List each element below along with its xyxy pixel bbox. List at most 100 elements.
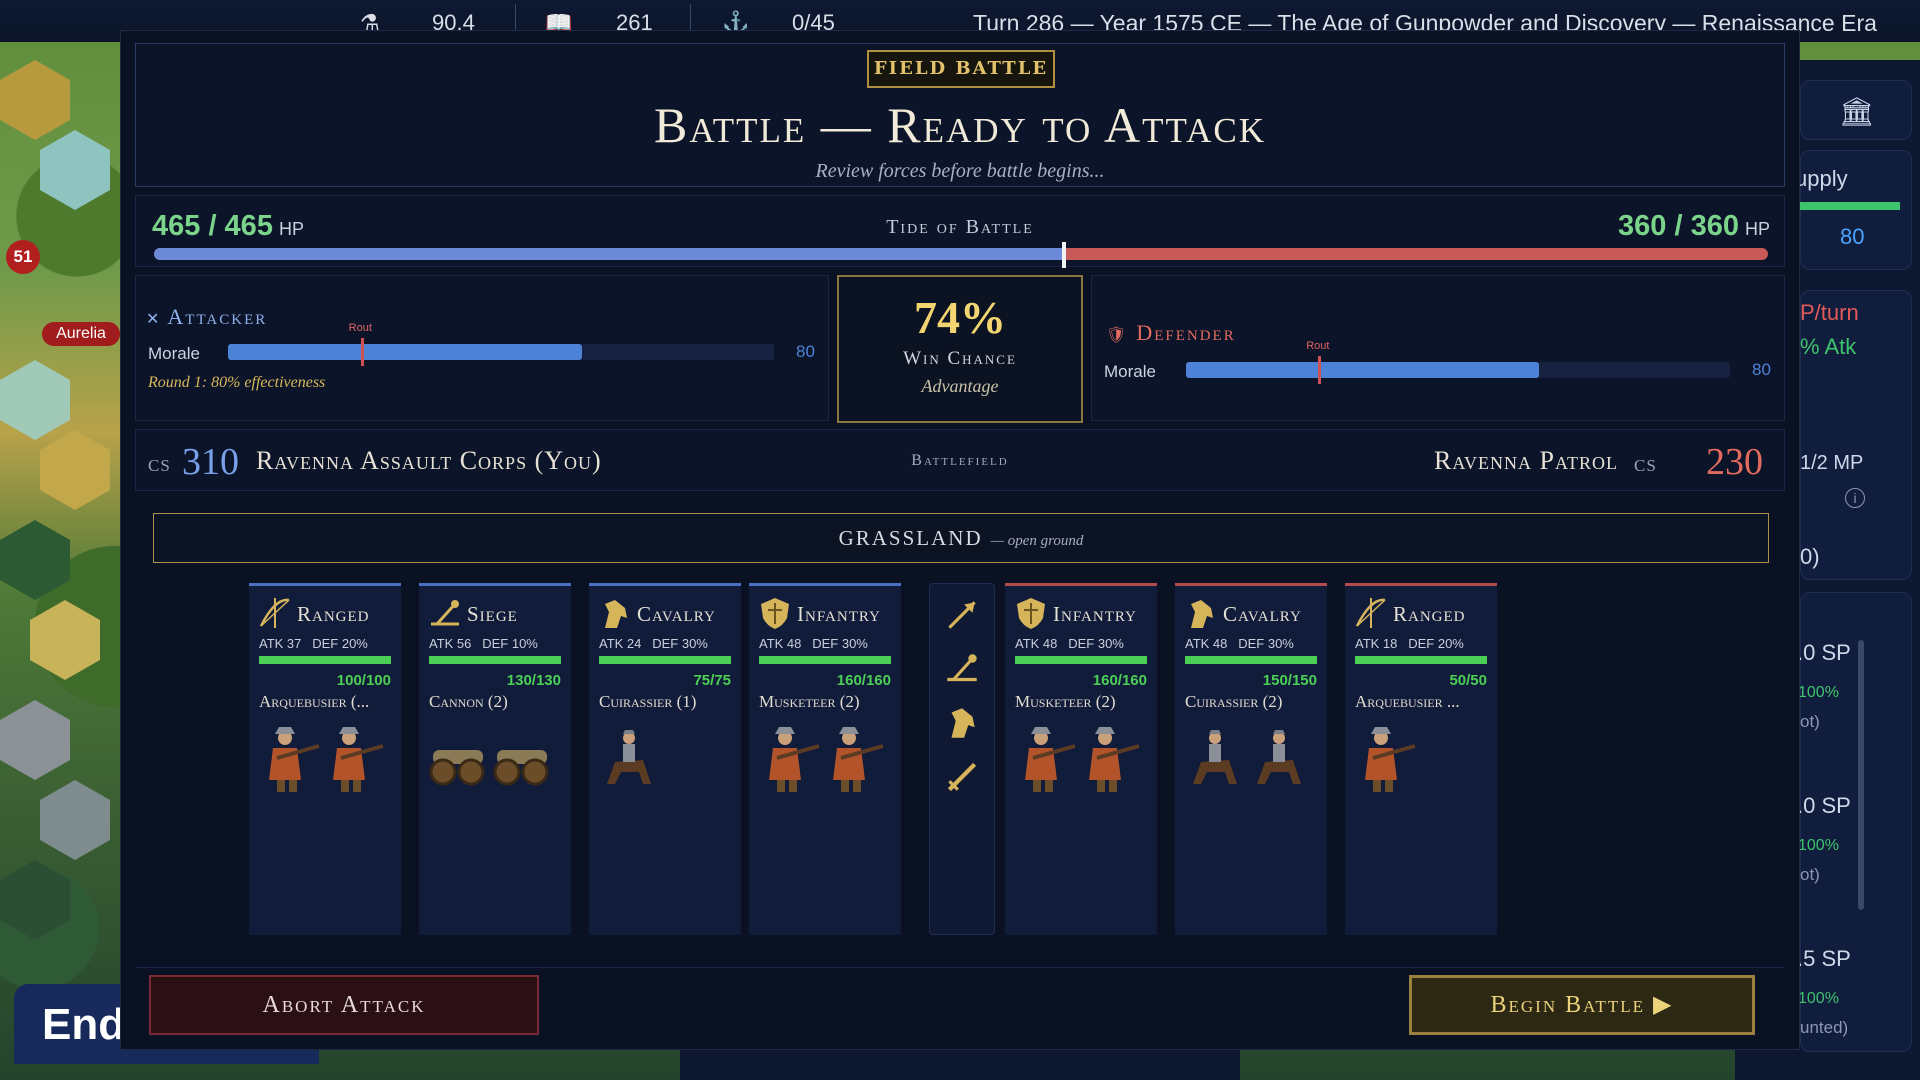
unit-hp-bar bbox=[1015, 656, 1147, 664]
unit-figures bbox=[757, 724, 895, 804]
unit-hp-bar bbox=[259, 656, 391, 664]
round-effectiveness-note: Round 1: 80% effectiveness bbox=[148, 374, 326, 391]
panel-header-card: 🏛 bbox=[1800, 80, 1912, 140]
attacker-morale-label: Morale bbox=[148, 344, 200, 363]
unit-hp-bar bbox=[759, 656, 891, 664]
map-hex[interactable] bbox=[0, 520, 70, 600]
unit-hp-fill bbox=[1355, 656, 1487, 664]
map-hex[interactable] bbox=[40, 430, 110, 510]
attacker-morale-value: 80 bbox=[796, 342, 815, 361]
unit-stats: ATK 56 DEF 10% bbox=[429, 636, 538, 651]
catapult-icon[interactable] bbox=[941, 648, 983, 690]
battle-type-badge: FIELD BATTLE bbox=[867, 50, 1055, 88]
unit-hp: 160/160 bbox=[836, 672, 891, 689]
battle-header: FIELD BATTLE Battle — Ready to Attack Re… bbox=[135, 43, 1785, 187]
unit-type: Cavalry bbox=[637, 602, 716, 626]
terrain-banner: GRASSLAND — open ground bbox=[153, 513, 1769, 563]
unit-hp: 50/50 bbox=[1449, 672, 1487, 689]
unit-name: Cuirassier (1) bbox=[599, 692, 697, 711]
map-hex[interactable] bbox=[0, 360, 70, 440]
map-hex[interactable] bbox=[0, 60, 70, 140]
unit-hp-bar bbox=[1355, 656, 1487, 664]
defender-unit-card[interactable]: Ranged ATK 18 DEF 20% 50/50 Arquebusier ... bbox=[1345, 583, 1497, 935]
attacker-morale-bar: Rout bbox=[228, 322, 774, 366]
musketeer-figure bbox=[1089, 727, 1140, 792]
defender-hp: 360 / 360 HP bbox=[1618, 210, 1770, 242]
attacker-panel: ✕ Attacker Morale Rout 80 Round 1: 80% ef… bbox=[135, 275, 829, 421]
unit-hp-fill bbox=[259, 656, 391, 664]
map-hex[interactable] bbox=[0, 860, 70, 940]
abort-attack-button[interactable]: Abort Attack bbox=[149, 975, 539, 1035]
unit-name: Arquebusier (... bbox=[259, 692, 370, 711]
sp-percent-2: 100% bbox=[1798, 837, 1839, 854]
musketeer-figure bbox=[269, 727, 320, 792]
map-hex[interactable] bbox=[30, 600, 100, 680]
map-hex[interactable] bbox=[40, 780, 110, 860]
unit-hp-fill bbox=[1185, 656, 1317, 664]
attacker-unit-card[interactable]: Ranged ATK 37 DEF 20% 100/100 Arquebusier (… bbox=[249, 583, 401, 935]
attacker-morale-fill bbox=[228, 344, 582, 360]
panel-paren-text: 0) bbox=[1800, 544, 1820, 569]
sp-note-2: ot) bbox=[1800, 865, 1820, 884]
unit-hp-fill bbox=[1015, 656, 1147, 664]
defender-unit-card[interactable]: Infantry ATK 48 DEF 30% 160/160 Musketeer (… bbox=[1005, 583, 1157, 935]
defender-cs-label: CS bbox=[1634, 456, 1657, 475]
musketeer-figure bbox=[1365, 727, 1416, 792]
attacker-rout-label: Rout bbox=[348, 322, 372, 334]
attacker-title: ✕ Attacker bbox=[146, 304, 268, 329]
museum-icon[interactable]: 🏛 bbox=[1839, 95, 1875, 128]
unit-stats: ATK 24 DEF 30% bbox=[599, 636, 708, 651]
scrollbar[interactable] bbox=[1858, 640, 1864, 910]
hp-per-turn: P/turn bbox=[1800, 300, 1859, 325]
unit-hp: 100/100 bbox=[336, 672, 391, 689]
unit-stats: ATK 48 DEF 30% bbox=[759, 636, 868, 651]
unit-name: Arquebusier ... bbox=[1355, 692, 1460, 711]
musketeer-figure bbox=[833, 727, 884, 792]
sp-percent-1: 100% bbox=[1798, 684, 1839, 701]
unit-figures bbox=[1183, 724, 1321, 804]
supply-bar bbox=[1800, 202, 1900, 210]
defender-morale-fill bbox=[1186, 362, 1539, 378]
defender-morale-value: 80 bbox=[1752, 360, 1771, 379]
sp-note-3: unted) bbox=[1800, 1018, 1849, 1037]
unit-hp: 160/160 bbox=[1092, 672, 1147, 689]
unit-name: Cuirassier (2) bbox=[1185, 692, 1283, 711]
defender-title: 🛡 Defender bbox=[1106, 320, 1236, 345]
battle-title: Battle — Ready to Attack bbox=[653, 97, 1267, 153]
unit-figures bbox=[257, 724, 395, 804]
city-population-badge[interactable]: 51 bbox=[6, 240, 40, 274]
supply-label: upply bbox=[1795, 166, 1848, 191]
sword-icon[interactable] bbox=[941, 756, 983, 798]
unit-figures bbox=[427, 724, 565, 804]
tide-of-battle: 465 / 465 HP Tide of Battle 360 / 360 HP bbox=[135, 195, 1785, 268]
win-chance-label: Win Chance bbox=[903, 348, 1017, 369]
defender-unit-card[interactable]: Cavalry ATK 48 DEF 30% 150/150 Cuirassier (… bbox=[1175, 583, 1327, 935]
unit-stats: ATK 18 DEF 20% bbox=[1355, 636, 1464, 651]
cuirassier-figure bbox=[607, 730, 651, 784]
map-hex[interactable] bbox=[40, 130, 110, 210]
musketeer-figure bbox=[333, 727, 384, 792]
info-icon[interactable]: i bbox=[1845, 488, 1865, 508]
attacker-unit-card[interactable]: Cavalry ATK 24 DEF 30% 75/75 Cuirassier (1) bbox=[589, 583, 741, 935]
cuirassier-figure bbox=[1193, 730, 1237, 784]
map-hex[interactable] bbox=[0, 700, 70, 780]
attack-bonus: % Atk bbox=[1800, 334, 1857, 359]
forces-row: CS 310 Ravenna Assault Corps (You) Battl… bbox=[135, 429, 1785, 491]
unit-hp: 75/75 bbox=[693, 672, 731, 689]
defender-force-name: Ravenna Patrol bbox=[1434, 446, 1618, 475]
sp-percent-3: 100% bbox=[1798, 990, 1839, 1007]
begin-battle-button[interactable]: Begin Battle ▶ bbox=[1409, 975, 1755, 1035]
cuirassier-figure bbox=[1257, 730, 1301, 784]
attacker-unit-card[interactable]: Infantry ATK 48 DEF 30% 160/160 Musketeer (… bbox=[749, 583, 901, 935]
city-name-label[interactable]: Aurelia bbox=[42, 322, 120, 346]
attacker-unit-card[interactable]: Siege ATK 56 DEF 10% 130/130 Cannon (2) bbox=[419, 583, 571, 935]
arrow-icon[interactable] bbox=[941, 594, 983, 636]
unit-type: Ranged bbox=[1393, 602, 1466, 626]
horse-icon[interactable] bbox=[941, 702, 983, 744]
tide-marker bbox=[1062, 242, 1067, 268]
unit-type: Siege bbox=[467, 602, 518, 626]
defender-cs-value: 230 bbox=[1706, 441, 1763, 483]
terrain-description: — open ground bbox=[990, 533, 1084, 549]
unit-stats: ATK 37 DEF 20% bbox=[259, 636, 368, 651]
unit-type: Infantry bbox=[797, 602, 881, 626]
